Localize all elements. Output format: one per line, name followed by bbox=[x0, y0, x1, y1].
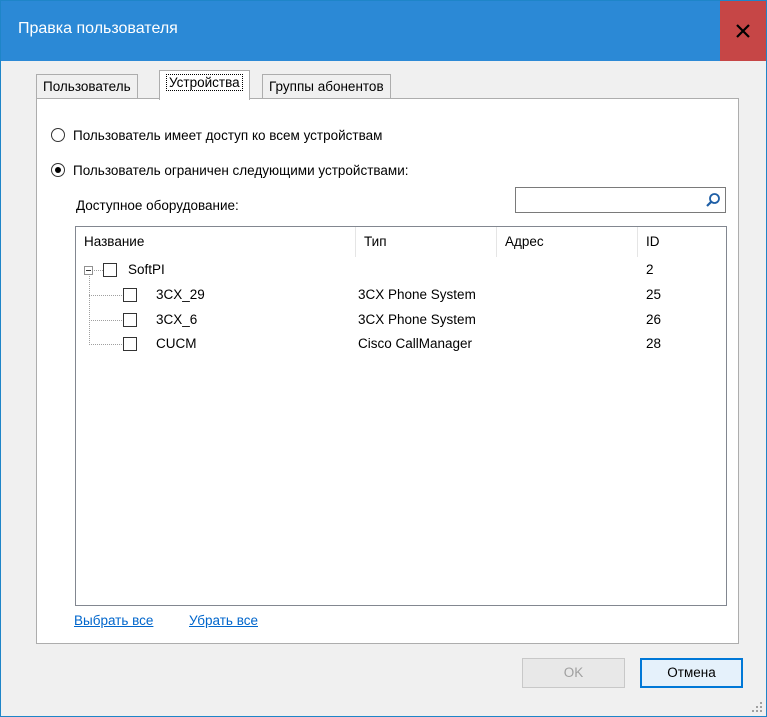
access-all-label: Пользователь имеет доступ ко всем устрой… bbox=[73, 127, 383, 143]
equipment-tree-list[interactable]: Название Тип Адрес ID SoftPI 2 3CX_29 3C… bbox=[75, 226, 727, 606]
column-header-type[interactable]: Тип bbox=[356, 227, 497, 257]
row-checkbox[interactable] bbox=[103, 263, 117, 277]
clear-all-link[interactable]: Убрать все bbox=[189, 613, 258, 628]
row-type: 3CX Phone System bbox=[358, 287, 476, 302]
access-restricted-label: Пользователь ограничен следующими устрой… bbox=[73, 162, 409, 178]
tree-row[interactable]: CUCM Cisco CallManager 28 bbox=[76, 333, 726, 358]
row-checkbox[interactable] bbox=[123, 313, 137, 327]
row-id: 25 bbox=[646, 287, 662, 302]
row-checkbox[interactable] bbox=[123, 337, 137, 351]
search-icon[interactable] bbox=[705, 192, 721, 208]
row-name: 3CX_6 bbox=[156, 312, 198, 327]
close-icon bbox=[736, 24, 750, 38]
tab-devices[interactable]: Устройства bbox=[159, 70, 250, 100]
tree-row-root[interactable]: SoftPI 2 bbox=[76, 259, 726, 284]
row-type: 3CX Phone System bbox=[358, 312, 476, 327]
tab-devices-label: Устройства bbox=[166, 74, 243, 91]
available-equipment-label: Доступное оборудование: bbox=[76, 198, 239, 213]
ok-button[interactable]: OK bbox=[522, 658, 625, 688]
tab-subscriber-groups[interactable]: Группы абонентов bbox=[262, 74, 391, 99]
window-title: Правка пользователя bbox=[18, 20, 178, 37]
edit-user-dialog: Правка пользователя Пользователь Устройс… bbox=[0, 0, 767, 717]
column-header-address[interactable]: Адрес bbox=[497, 227, 638, 257]
row-name: 3CX_29 bbox=[156, 287, 205, 302]
row-id: 26 bbox=[646, 312, 662, 327]
tab-subscriber-groups-label: Группы абонентов bbox=[269, 79, 384, 94]
tab-user[interactable]: Пользователь bbox=[36, 74, 138, 99]
column-header-name[interactable]: Название bbox=[76, 227, 356, 257]
row-type: Cisco CallManager bbox=[358, 336, 473, 351]
access-restricted-radio[interactable]: Пользователь ограничен следующими устрой… bbox=[51, 160, 408, 180]
tree-row[interactable]: 3CX_29 3CX Phone System 25 bbox=[76, 284, 726, 309]
select-all-link[interactable]: Выбрать все bbox=[74, 613, 153, 628]
row-name: CUCM bbox=[156, 336, 197, 351]
radio-circle bbox=[51, 128, 65, 142]
row-id: 28 bbox=[646, 336, 662, 351]
cancel-button[interactable]: Отмена bbox=[640, 658, 743, 688]
radio-circle-checked bbox=[51, 163, 65, 177]
row-id: 2 bbox=[646, 262, 654, 277]
row-checkbox[interactable] bbox=[123, 288, 137, 302]
title-bar: Правка пользователя bbox=[1, 1, 766, 61]
tree-row[interactable]: 3CX_6 3CX Phone System 26 bbox=[76, 309, 726, 334]
column-header-id[interactable]: ID bbox=[638, 227, 726, 257]
access-all-radio[interactable]: Пользователь имеет доступ ко всем устрой… bbox=[51, 125, 382, 145]
resize-grip-icon[interactable] bbox=[751, 701, 763, 713]
close-button[interactable] bbox=[720, 1, 766, 61]
equipment-search-input[interactable] bbox=[515, 187, 726, 213]
collapse-toggle-icon[interactable] bbox=[84, 266, 93, 275]
tab-user-label: Пользователь bbox=[43, 79, 131, 94]
row-name: SoftPI bbox=[128, 262, 165, 277]
